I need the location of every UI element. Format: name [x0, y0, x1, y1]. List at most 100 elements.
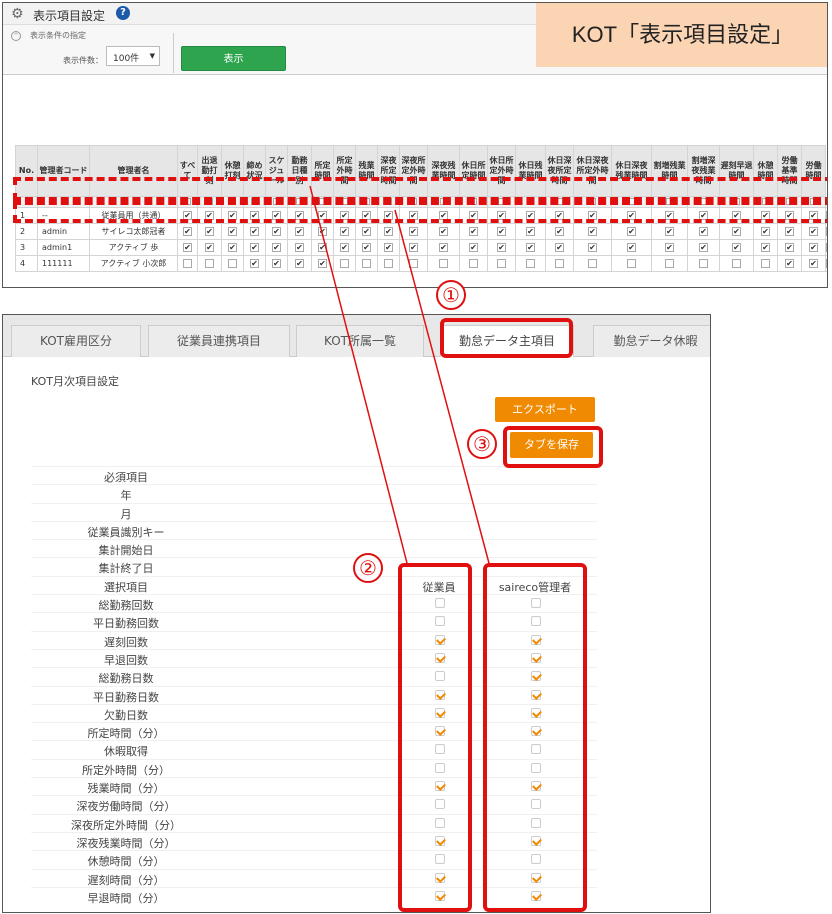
collapse-icon[interactable]: ^ [11, 31, 21, 41]
row-checkbox[interactable]: ✔ [826, 259, 827, 268]
row-checkbox[interactable]: ✔ [318, 227, 327, 236]
row-checkbox[interactable]: ✔ [295, 243, 304, 252]
row-checkbox[interactable]: ✔ [272, 259, 281, 268]
row-checkbox[interactable]: ✔ [497, 227, 506, 236]
row-checkbox[interactable]: ✔ [526, 243, 535, 252]
tab-employee-link[interactable]: 従業員連携項目 [148, 325, 290, 357]
row-checkbox[interactable]: ✔ [732, 243, 741, 252]
row-checkbox[interactable]: ✔ [826, 227, 827, 236]
row-name: アクティブ 小次郎 [89, 255, 178, 272]
row-check-cell: ✔ [243, 239, 266, 256]
setting-item-label: 残業時間（分） [87, 782, 165, 796]
row-checkbox[interactable] [497, 259, 506, 268]
row-checkbox[interactable] [384, 259, 393, 268]
row-checkbox[interactable]: ✔ [250, 259, 259, 268]
row-checkbox[interactable]: ✔ [732, 227, 741, 236]
row-checkbox[interactable] [205, 259, 214, 268]
row-checkbox[interactable]: ✔ [699, 243, 708, 252]
row-checkbox[interactable] [732, 259, 741, 268]
row-checkbox[interactable]: ✔ [250, 243, 259, 252]
row-checkbox[interactable]: ✔ [665, 243, 674, 252]
row-checkbox[interactable]: ✔ [295, 259, 304, 268]
row-checkbox[interactable]: ✔ [627, 243, 636, 252]
setting-item-label: 欠勤日数 [104, 708, 148, 722]
row-checkbox[interactable]: ✔ [362, 227, 371, 236]
row-checkbox[interactable]: ✔ [555, 227, 564, 236]
highlight-active-tab [440, 318, 573, 358]
row-check-cell: ✔ [825, 255, 827, 272]
tab-attendance-leave[interactable]: 勤怠データ休暇 [593, 325, 710, 357]
row-checkbox[interactable]: ✔ [785, 243, 794, 252]
row-checkbox[interactable]: ✔ [588, 227, 597, 236]
row-checkbox[interactable]: ✔ [205, 243, 214, 252]
row-checkbox[interactable]: ✔ [761, 227, 770, 236]
row-checkbox[interactable]: ✔ [699, 227, 708, 236]
help-icon[interactable]: ? [116, 6, 130, 20]
row-checkbox[interactable]: ✔ [362, 243, 371, 252]
row-checkbox[interactable]: ✔ [665, 227, 674, 236]
row-checkbox[interactable] [439, 259, 448, 268]
row-checkbox[interactable]: ✔ [384, 243, 393, 252]
row-checkbox[interactable]: ✔ [526, 227, 535, 236]
row-checkbox[interactable] [526, 259, 535, 268]
row-checkbox[interactable]: ✔ [318, 259, 327, 268]
show-button[interactable]: 表示 [181, 46, 286, 71]
tab-kot-affiliation[interactable]: KOT所属一覧 [296, 325, 424, 357]
row-checkbox[interactable] [761, 259, 770, 268]
row-checkbox[interactable]: ✔ [555, 243, 564, 252]
display-count-select[interactable]: 100件 ▼ [106, 46, 160, 66]
row-checkbox[interactable]: ✔ [785, 259, 794, 268]
row-checkbox[interactable]: ✔ [295, 227, 304, 236]
row-check-cell: ✔ [687, 239, 720, 256]
row-checkbox[interactable]: ✔ [809, 259, 818, 268]
row-select-all-cell: ✔ [177, 223, 198, 240]
row-checkbox[interactable] [627, 259, 636, 268]
row-checkbox[interactable]: ✔ [469, 227, 478, 236]
row-checkbox[interactable] [699, 259, 708, 268]
row-checkbox[interactable] [340, 259, 349, 268]
row-checkbox[interactable] [555, 259, 564, 268]
row-code: 111111 [37, 255, 90, 272]
row-checkbox[interactable]: ✔ [469, 243, 478, 252]
row-checkbox[interactable]: ✔ [272, 243, 281, 252]
row-checkbox[interactable]: ✔ [250, 227, 259, 236]
row-checkbox[interactable]: ✔ [809, 243, 818, 252]
row-checkbox[interactable]: ✔ [439, 243, 448, 252]
row-check-cell: ✔ [545, 223, 574, 240]
row-checkbox[interactable]: ✔ [318, 243, 327, 252]
tab-kot-employment[interactable]: KOT雇用区分 [11, 325, 141, 357]
row-checkbox[interactable]: ✔ [340, 227, 349, 236]
row-checkbox[interactable]: ✔ [785, 227, 794, 236]
row-checkbox[interactable]: ✔ [439, 227, 448, 236]
row-select-all-checkbox[interactable] [183, 259, 192, 268]
row-select-all-checkbox[interactable]: ✔ [183, 227, 192, 236]
row-check-cell: ✔ [287, 255, 312, 272]
row-checkbox[interactable]: ✔ [228, 243, 237, 252]
row-checkbox[interactable]: ✔ [627, 227, 636, 236]
row-checkbox[interactable]: ✔ [409, 243, 418, 252]
row-checkbox[interactable]: ✔ [272, 227, 281, 236]
row-checkbox[interactable]: ✔ [205, 227, 214, 236]
row-checkbox[interactable]: ✔ [497, 243, 506, 252]
highlight-save-button [503, 426, 603, 468]
row-checkbox[interactable]: ✔ [384, 227, 393, 236]
row-checkbox[interactable]: ✔ [340, 243, 349, 252]
row-checkbox[interactable] [469, 259, 478, 268]
row-checkbox[interactable] [228, 259, 237, 268]
row-checkbox[interactable]: ✔ [228, 227, 237, 236]
row-checkbox[interactable]: ✔ [588, 243, 597, 252]
row-checkbox[interactable]: ✔ [761, 243, 770, 252]
row-checkbox[interactable]: ✔ [826, 243, 827, 252]
row-checkbox[interactable] [362, 259, 371, 268]
row-checkbox[interactable] [665, 259, 674, 268]
condition-label[interactable]: 表示条件の指定 [30, 30, 86, 41]
row-select-all-checkbox[interactable]: ✔ [183, 243, 192, 252]
export-button[interactable]: エクスポート [495, 397, 595, 422]
setting-item-label: 平日勤務日数 [93, 690, 159, 704]
row-checkbox[interactable]: ✔ [409, 227, 418, 236]
row-checkbox[interactable] [588, 259, 597, 268]
row-checkbox[interactable]: ✔ [809, 227, 818, 236]
row-check-cell: ✔ [487, 239, 516, 256]
row-checkbox[interactable] [409, 259, 418, 268]
row-check-cell: ✔ [399, 239, 428, 256]
